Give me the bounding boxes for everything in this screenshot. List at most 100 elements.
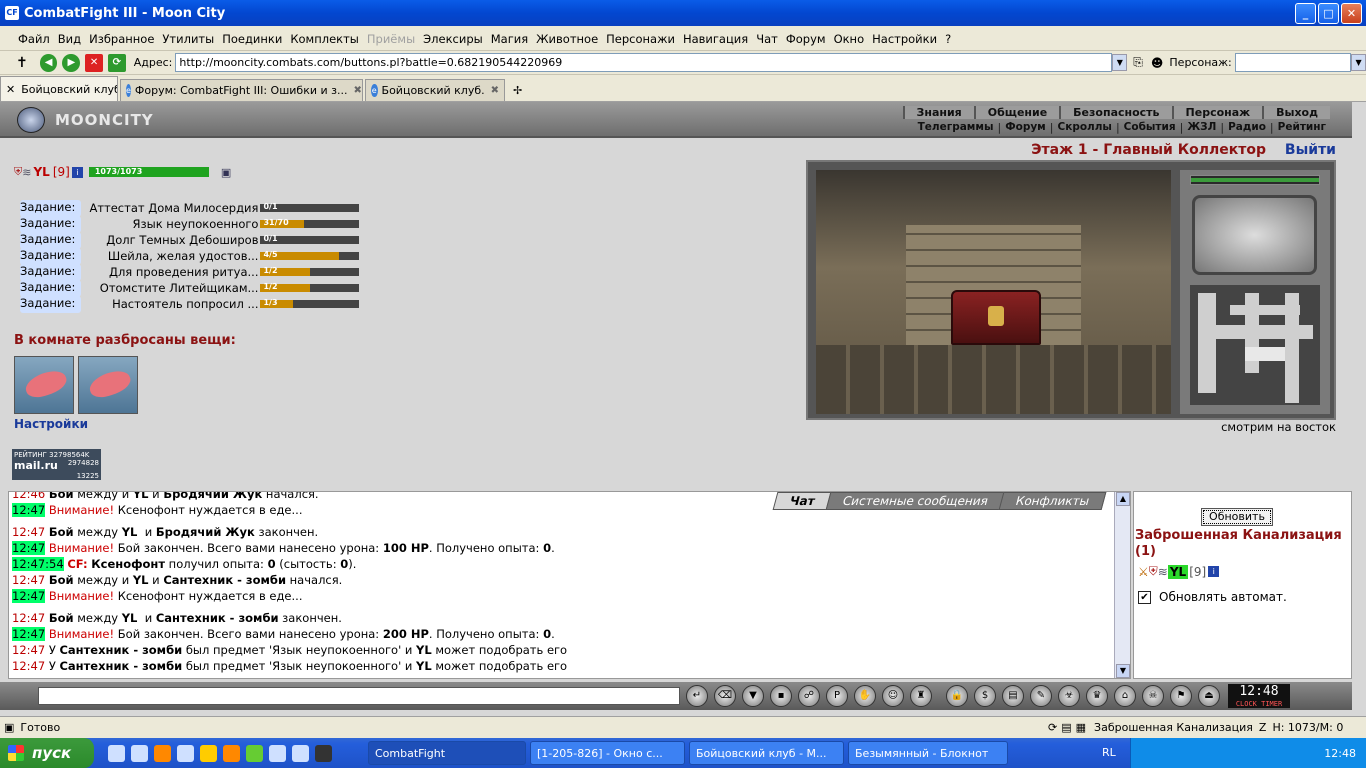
close-tab-icon[interactable]: ✕ [6,83,15,96]
menu-item[interactable]: Файл [18,32,50,46]
quest-text[interactable]: Долг Темных Дебоширов [81,233,258,247]
menu-item[interactable]: ? [945,32,951,46]
nav-3[interactable]: Персонаж [1171,106,1263,119]
forward-button[interactable]: ▶ [62,53,81,72]
chat-text[interactable]: Сантехник - зомби [156,611,279,625]
sync-icon[interactable]: ⟳ [1048,721,1057,734]
stop-button[interactable]: ✕ [85,53,103,72]
scroll-icon[interactable]: ✎ [1030,685,1052,707]
user-icon[interactable]: ☻ [1151,56,1164,70]
chat-text[interactable]: Бой [49,573,74,587]
lock-icon[interactable]: 🔒 [946,685,968,707]
subnav-4[interactable]: ЖЗЛ [1183,121,1220,134]
attack-icon[interactable]: ⚔ [1138,565,1149,579]
chat-text[interactable]: YL [133,492,149,501]
menu-item[interactable]: Настройки [872,32,937,46]
quest-text[interactable]: Аттестат Дома Милосердия [81,201,258,215]
room-item-tongue[interactable] [78,356,138,414]
maximize-button[interactable]: □ [1318,3,1339,24]
close-button[interactable]: ✕ [1341,3,1362,24]
menu-item[interactable]: Магия [491,32,528,46]
chat-text[interactable]: Бой [49,492,74,501]
info-icon[interactable]: i [71,166,83,178]
chat-timestamp[interactable]: 12:47 [12,589,46,603]
chat-text[interactable]: Бой [49,525,74,539]
quicklaunch-icon[interactable] [223,744,240,762]
taskbar-task[interactable]: [1-205-826] - Окно с... [530,741,685,765]
menu-item[interactable]: Приёмы [367,32,415,46]
menu-item[interactable]: Избранное [89,32,154,46]
info-icon[interactable]: i [1208,566,1220,577]
quicklaunch-icon[interactable] [246,744,263,762]
chat-tab[interactable]: Системные сообщения [825,492,1006,510]
menu-item[interactable]: Комплекты [290,32,359,46]
subnav-5[interactable]: Радио [1224,121,1270,134]
character-name[interactable]: YL [33,165,49,179]
scroll-down-icon[interactable]: ▼ [1116,664,1130,678]
chat-timestamp[interactable]: 12:47 [12,541,46,555]
menu-item[interactable]: Животное [536,32,598,46]
language-indicator[interactable]: RL [1102,746,1116,759]
chat-timestamp[interactable]: 12:47:54 [12,557,64,571]
book-icon[interactable]: ▣ [221,166,231,179]
address-dropdown[interactable]: ▼ [1112,54,1128,71]
chat-text[interactable]: Бродячий Жук [163,492,262,501]
go-icon[interactable]: ⎘ [1133,55,1143,70]
settings-link[interactable]: Настройки [14,417,88,431]
persona-select[interactable] [1234,53,1352,72]
subnav-6[interactable]: Рейтинг [1274,121,1330,134]
close-tab-icon[interactable]: ✖ [491,85,499,96]
chat-text[interactable]: Сантехник - зомби [59,643,182,657]
new-tab-icon[interactable]: ✢ [513,84,522,97]
eraser-icon[interactable]: ⌫ [714,685,736,707]
smiley-icon[interactable]: ☺ [882,685,904,707]
taskbar-task[interactable]: CombatFight [368,741,526,765]
exit-icon[interactable]: ⏏ [1198,685,1220,707]
auto-refresh[interactable]: ✔ Обновлять автомат. [1138,590,1287,604]
shop-icon[interactable]: ⌂ [1114,685,1136,707]
rating-badge[interactable]: РЕЙТИНГ 32798564K mail.ru 2974828 13225 [12,449,101,480]
bag-icon[interactable]: $ [974,685,996,707]
chat-timestamp[interactable]: 12:47 [12,659,45,673]
chat-text[interactable]: Бродячий Жук [156,525,255,539]
persona-dropdown[interactable]: ▼ [1351,54,1366,71]
quicklaunch-icon[interactable] [269,744,286,762]
menu-item[interactable]: Форум [786,32,826,46]
online-user-name[interactable]: YL [1167,564,1189,579]
quicklaunch-icon[interactable] [315,744,332,762]
nav-1[interactable]: Общение [973,106,1059,119]
quest-text[interactable]: Отомстите Литейщикам... [81,281,259,295]
chat-text[interactable]: YL [416,643,432,657]
quicklaunch-icon[interactable] [154,744,171,762]
chat-timestamp[interactable]: 12:47 [12,573,45,587]
taskbar-task[interactable]: Бойцовский клуб - M... [689,741,844,765]
refresh-button[interactable]: Обновить [1201,508,1273,526]
back-button[interactable]: ◀ [39,53,58,72]
menu-item[interactable]: Утилиты [162,32,214,46]
send-icon[interactable]: ↵ [686,685,708,707]
browser-tab[interactable]: e Бойцовский клуб. ✖ [365,79,505,101]
chat-text[interactable]: 100 HP [383,541,429,555]
chat-timestamp[interactable]: 12:47 [12,643,45,657]
online-user[interactable]: ⚔ ⛨ ≋ YL [9] i [1138,564,1220,579]
pin-icon[interactable]: ✝ [16,55,28,71]
tray-clock[interactable]: 12:48 [1324,747,1356,760]
browser-tab[interactable]: e Форум: CombatFight III: Ошибки и з... ✖ [120,79,363,101]
quest-text[interactable]: Шейла, желая удостов... [81,249,259,263]
start-button[interactable]: пуск [0,738,94,768]
chat-scrollbar[interactable]: ▲ ▼ [1114,492,1130,678]
quicklaunch-icon[interactable] [200,744,217,762]
chat-timestamp[interactable]: 12:47 [12,503,46,517]
walk-icon[interactable]: ☍ [798,685,820,707]
quest-text[interactable]: Для проведения ритуа... [81,265,259,279]
chat-timestamp[interactable]: 12:47 [12,627,46,641]
chat-tab[interactable]: Конфликты [998,492,1107,510]
chat-tab[interactable]: Чат [772,492,833,510]
flag-icon[interactable]: ⚑ [1170,685,1192,707]
refresh-page-button[interactable]: ⟳ [107,53,126,72]
map-icon[interactable]: Z [1259,721,1267,734]
subnav-1[interactable]: Форум [1001,121,1050,134]
chat-timestamp[interactable]: 12:47 [12,611,45,625]
chat-text[interactable]: YL [133,573,149,587]
filter-icon[interactable]: ▼ [742,685,764,707]
